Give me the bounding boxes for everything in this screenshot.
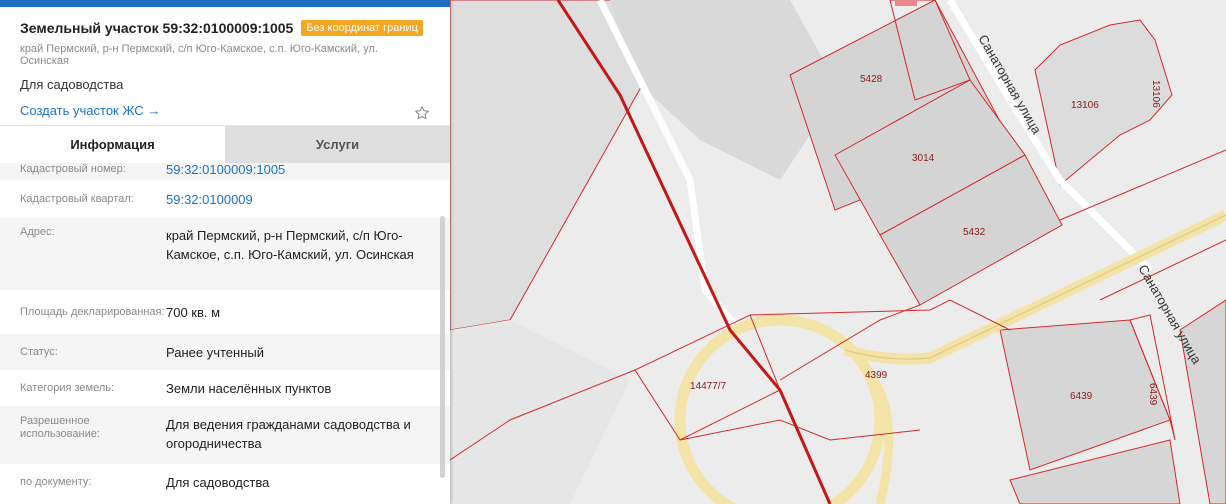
parcel-label-14477-7: 14477/7 (690, 381, 727, 392)
label-land-category: Категория земель: (20, 381, 115, 394)
value-address: край Пермский, р-н Пермский, с/п Юго-Кам… (166, 228, 414, 262)
tab-services[interactable]: Услуги (225, 126, 450, 163)
parcel-label-5432: 5432 (963, 227, 986, 238)
row-address: Адрес: край Пермский, р-н Пермский, с/п … (0, 218, 450, 290)
value-area: 700 кв. м (166, 304, 221, 320)
cadastral-map[interactable]: Санаторная улица Санаторная улица 5428 3… (450, 0, 1226, 504)
value-status: Ранее учтенный (166, 344, 264, 360)
info-panel: Земельный участок 59:32:0100009:1005 Без… (0, 0, 450, 504)
info-list: Кадастровый номер: 59:32:0100009:1005 Ка… (0, 163, 450, 504)
parcel-label-6439-vertical: 6439 (1147, 383, 1158, 406)
parcel-label-6439: 6439 (1070, 391, 1093, 402)
row-status: Статус: Ранее учтенный (0, 334, 450, 370)
label-area: Площадь декларированная: (20, 305, 165, 318)
label-by-document: по документу: (20, 475, 92, 488)
row-by-document: по документу: Для садоводства (0, 464, 450, 500)
parcel-label-5428: 5428 (860, 74, 883, 85)
star-icon[interactable] (414, 105, 430, 121)
value-by-document: Для садоводства (166, 474, 270, 490)
label-permitted-use: Разрешенное использование: (20, 415, 100, 440)
parcel-label-4399: 4399 (865, 370, 888, 381)
row-cadastral-quarter: Кадастровый квартал: 59:32:0100009 (0, 180, 450, 218)
label-address: Адрес: (20, 226, 55, 238)
map-canvas[interactable]: Санаторная улица Санаторная улица 5428 3… (450, 0, 1226, 504)
parcel-title: Земельный участок 59:32:0100009:1005 (20, 20, 294, 36)
panel-header: Земельный участок 59:32:0100009:1005 Без… (0, 7, 450, 125)
parcel-label-13106-vertical: 13106 (1150, 80, 1161, 108)
value-permitted-use: Для ведения гражданами садоводства и ого… (166, 417, 411, 451)
create-zhs-parcel-link[interactable]: Создать участок ЖС → (20, 103, 160, 118)
no-coordinates-badge: Без координат границ (301, 20, 423, 36)
list-scrollbar[interactable] (440, 216, 445, 478)
value-land-category: Земли населённых пунктов (166, 380, 332, 396)
map-marker-top (895, 0, 917, 6)
header-address: край Пермский, р-н Пермский, с/п Юго-Кам… (20, 43, 378, 67)
header-purpose: Для садоводства (20, 77, 124, 92)
tab-information[interactable]: Информация (0, 126, 225, 163)
title-row: Земельный участок 59:32:0100009:1005 Без… (20, 17, 430, 39)
value-cadastral-quarter[interactable]: 59:32:0100009 (166, 190, 430, 209)
row-land-category: Категория земель: Земли населённых пункт… (0, 370, 450, 406)
label-cadastral-quarter: Кадастровый квартал: (20, 192, 134, 205)
row-cadastral-number: Кадастровый номер: 59:32:0100009:1005 (0, 163, 450, 180)
label-status: Статус: (20, 345, 58, 358)
parcel-label-3014: 3014 (912, 153, 935, 164)
row-area: Площадь декларированная: 700 кв. м (0, 290, 450, 334)
parcel-label-13106: 13106 (1071, 100, 1099, 111)
panel-top-bar (0, 0, 450, 7)
panel-tabs: Информация Услуги (0, 125, 450, 163)
row-permitted-use: Разрешенное использование: Для ведения г… (0, 406, 450, 464)
label-cadastral-number: Кадастровый номер: (20, 163, 126, 175)
value-cadastral-number[interactable]: 59:32:0100009:1005 (166, 163, 430, 179)
